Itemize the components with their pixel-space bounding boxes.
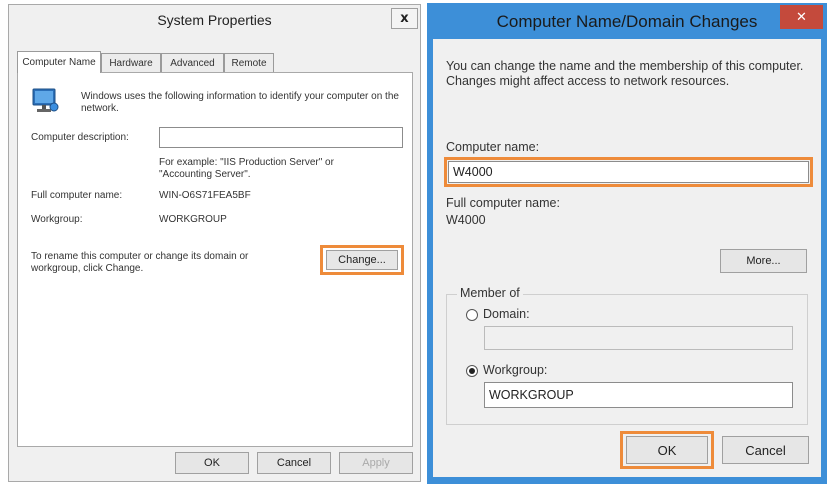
full-computer-name-label: Full computer name: bbox=[31, 190, 123, 201]
example-text: For example: "IIS Production Server" or … bbox=[159, 157, 334, 180]
computer-name-dialog-body: You can change the name and the membersh… bbox=[433, 39, 821, 477]
intro-text: Windows uses the following information t… bbox=[81, 91, 399, 114]
full-computer-name-label: Full computer name: bbox=[446, 196, 560, 210]
computer-name-tab-panel: Windows uses the following information t… bbox=[17, 72, 413, 447]
member-of-label: Member of bbox=[457, 286, 523, 301]
computer-name-dialog-close-button[interactable]: ✕ bbox=[780, 5, 823, 29]
cancel-button[interactable]: Cancel bbox=[722, 436, 809, 464]
system-properties-titlebar: System Properties x bbox=[9, 5, 420, 35]
system-properties-cancel-button[interactable]: Cancel bbox=[257, 452, 331, 474]
tab-advanced[interactable]: Advanced bbox=[161, 53, 224, 73]
workgroup-input[interactable]: WORKGROUP bbox=[484, 382, 793, 408]
system-properties-apply-button[interactable]: Apply bbox=[339, 452, 413, 474]
workgroup-value: WORKGROUP bbox=[159, 214, 227, 225]
computer-name-dialog-title: Computer Name/Domain Changes bbox=[496, 12, 758, 31]
ok-button[interactable]: OK bbox=[626, 436, 708, 464]
computer-name-description: You can change the name and the membersh… bbox=[446, 59, 804, 88]
system-properties-title: System Properties bbox=[157, 12, 272, 28]
computer-name-domain-dialog: Computer Name/Domain Changes ✕ You can c… bbox=[427, 3, 827, 484]
computer-name-input[interactable]: W4000 bbox=[448, 161, 809, 183]
computer-monitor-icon bbox=[30, 87, 60, 115]
workgroup-radio-selected-dot bbox=[469, 368, 475, 374]
more-button[interactable]: More... bbox=[720, 249, 807, 273]
tab-hardware[interactable]: Hardware bbox=[101, 53, 161, 73]
workgroup-label: Workgroup: bbox=[31, 214, 83, 225]
full-computer-name-value: WIN-O6S71FEA5BF bbox=[159, 190, 251, 201]
computer-name-label: Computer name: bbox=[446, 140, 540, 154]
tab-remote[interactable]: Remote bbox=[224, 53, 274, 73]
full-computer-name-value: W4000 bbox=[446, 213, 486, 227]
computer-description-input[interactable] bbox=[159, 127, 403, 148]
system-properties-dialog: System Properties x Computer Name Hardwa… bbox=[8, 4, 421, 482]
workgroup-label: Workgroup: bbox=[483, 363, 548, 377]
tab-computer-name[interactable]: Computer Name bbox=[17, 51, 101, 73]
domain-radio[interactable] bbox=[466, 309, 478, 321]
system-properties-close-button[interactable]: x bbox=[391, 8, 418, 29]
rename-instructions: To rename this computer or change its do… bbox=[31, 251, 249, 274]
domain-input[interactable] bbox=[484, 326, 793, 350]
workgroup-radio[interactable] bbox=[466, 365, 478, 377]
change-button[interactable]: Change... bbox=[326, 250, 398, 270]
computer-description-label: Computer description: bbox=[31, 132, 129, 143]
domain-label: Domain: bbox=[483, 307, 530, 321]
system-properties-ok-button[interactable]: OK bbox=[175, 452, 249, 474]
